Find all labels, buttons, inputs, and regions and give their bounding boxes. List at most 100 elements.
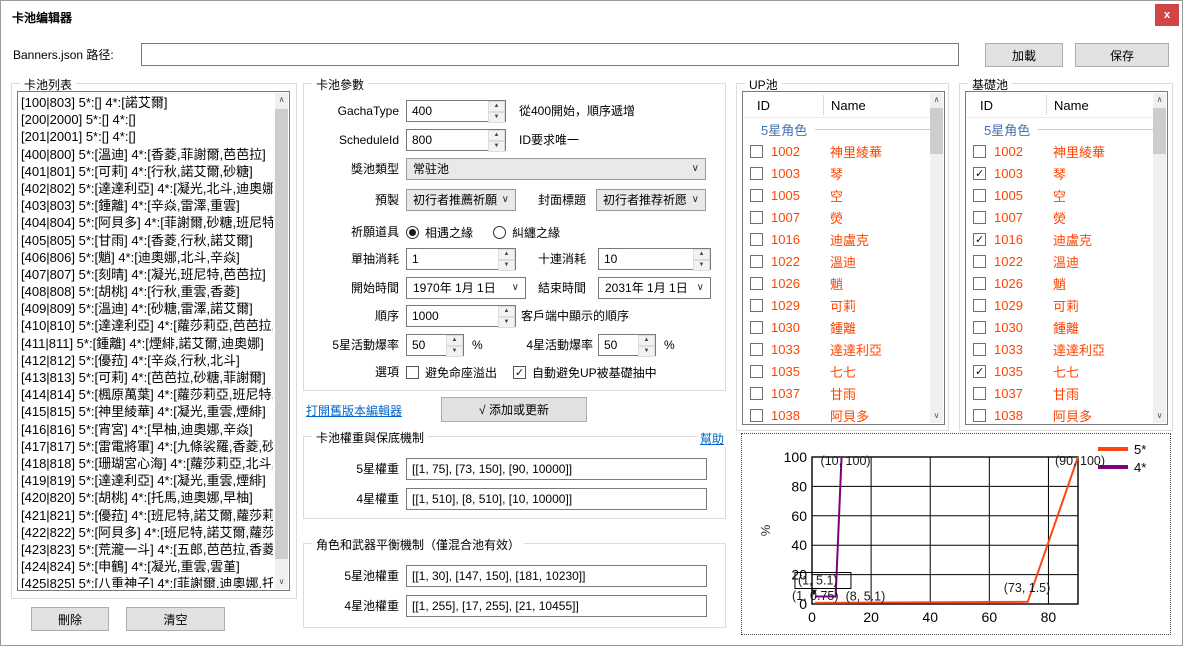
spin-down-button[interactable]: ▼ xyxy=(693,260,710,271)
list-item[interactable]: [413|813] 5*:[可莉] 4*:[芭芭拉,砂糖,菲謝爾] xyxy=(21,369,273,386)
scroll-thumb[interactable] xyxy=(275,109,288,559)
scroll-thumb[interactable] xyxy=(930,108,943,154)
row-checkbox[interactable] xyxy=(750,409,763,422)
list-item[interactable]: [417|817] 5*:[雷電將軍] 4*:[九條裟羅,香菱,砂糖] xyxy=(21,438,273,455)
scheduleid-spinner[interactable]: 800▲▼ xyxy=(406,129,506,151)
row-checkbox[interactable] xyxy=(973,387,986,400)
spin-down-button[interactable]: ▼ xyxy=(638,346,655,357)
scroll-down-arrow[interactable]: ∨ xyxy=(275,575,288,589)
list-item[interactable]: [419|819] 5*:[達達利亞] 4*:[凝光,重雲,煙緋] xyxy=(21,472,273,489)
row-checkbox[interactable] xyxy=(750,343,763,356)
list-item[interactable]: [404|804] 5*:[阿貝多] 4*:[菲謝爾,砂糖,班尼特] xyxy=(21,214,273,231)
rate5-spinner[interactable]: 50▲▼ xyxy=(406,334,464,356)
spin-up-button[interactable]: ▲ xyxy=(498,306,515,317)
save-button[interactable]: 保存 xyxy=(1075,43,1169,67)
cover-title-select[interactable]: 初行者推荐祈愿∨ xyxy=(596,189,706,211)
spin-down-button[interactable]: ▼ xyxy=(446,346,463,357)
list-item[interactable]: [100|803] 5*:[] 4*:[諾艾爾] xyxy=(21,94,273,111)
list-item[interactable]: [422|822] 5*:[阿貝多] 4*:[班尼特,諾艾爾,蘿莎莉亞] xyxy=(21,524,273,541)
list-item[interactable]: [201|2001] 5*:[] 4*:[] xyxy=(21,128,273,145)
load-button[interactable]: 加載 xyxy=(985,43,1063,67)
list-item[interactable]: [424|824] 5*:[申鶴] 4*:[凝光,重雲,雲堇] xyxy=(21,558,273,575)
row-checkbox[interactable] xyxy=(750,365,763,378)
scroll-down-arrow[interactable]: ∨ xyxy=(1153,409,1166,423)
rate4-spinner[interactable]: 50▲▼ xyxy=(598,334,656,356)
list-item[interactable]: [402|802] 5*:[達達利亞] 4*:[凝光,北斗,迪奧娜] xyxy=(21,180,273,197)
pool-weight5-input[interactable] xyxy=(406,565,707,587)
ten-cost-spinner[interactable]: 10▲▼ xyxy=(598,248,711,270)
spin-down-button[interactable]: ▼ xyxy=(498,317,515,328)
row-checkbox[interactable] xyxy=(973,321,986,334)
list-item[interactable]: [401|801] 5*:[可莉] 4*:[行秋,諾艾爾,砂糖] xyxy=(21,163,273,180)
spin-up-button[interactable]: ▲ xyxy=(638,335,655,346)
list-item[interactable]: [409|809] 5*:[溫迪] 4*:[砂糖,雷澤,諾艾爾] xyxy=(21,300,273,317)
spin-up-button[interactable]: ▲ xyxy=(488,130,505,141)
row-checkbox[interactable] xyxy=(973,189,986,202)
radio-acquaint-fate[interactable]: 相遇之緣 xyxy=(406,224,473,241)
row-checkbox[interactable] xyxy=(973,343,986,356)
list-item[interactable]: [408|808] 5*:[胡桃] 4*:[行秋,重雲,香菱] xyxy=(21,283,273,300)
list-item[interactable]: [420|820] 5*:[胡桃] 4*:[托馬,迪奧娜,早柚] xyxy=(21,489,273,506)
list-item[interactable]: [412|812] 5*:[優菈] 4*:[辛焱,行秋,北斗] xyxy=(21,352,273,369)
list-item[interactable]: [407|807] 5*:[刻晴] 4*:[凝光,班尼特,芭芭拉] xyxy=(21,266,273,283)
weight5-input[interactable] xyxy=(406,458,707,480)
list-item[interactable]: [423|823] 5*:[荒瀧一斗] 4*:[五郎,芭芭拉,香菱] xyxy=(21,541,273,558)
scroll-up-arrow[interactable]: ∧ xyxy=(930,93,943,107)
row-checkbox[interactable] xyxy=(973,255,986,268)
path-input[interactable] xyxy=(141,43,959,66)
spin-down-button[interactable]: ▼ xyxy=(498,260,515,271)
up-pool-scrollbar[interactable]: ∧∨ xyxy=(930,93,943,423)
list-item[interactable]: [425|825] 5*:[八重神子] 4*:[菲謝爾,迪奧娜,托馬] xyxy=(21,575,273,588)
checkbox-auto-avoid-up-in-base[interactable]: 自動避免UP被基礎抽中 xyxy=(513,364,657,381)
row-checkbox[interactable] xyxy=(750,167,763,180)
spin-up-button[interactable]: ▲ xyxy=(488,101,505,112)
delete-button[interactable]: 刪除 xyxy=(31,607,109,631)
weight4-input[interactable] xyxy=(406,488,707,510)
list-item[interactable]: [400|800] 5*:[溫迪] 4*:[香菱,菲謝爾,芭芭拉] xyxy=(21,146,273,163)
row-checkbox[interactable] xyxy=(973,409,986,422)
scroll-thumb[interactable] xyxy=(1153,108,1166,154)
list-item[interactable]: [406|806] 5*:[魈] 4*:[迪奧娜,北斗,辛焱] xyxy=(21,249,273,266)
list-item[interactable]: [200|2000] 5*:[] 4*:[] xyxy=(21,111,273,128)
list-item[interactable]: [410|810] 5*:[達達利亞] 4*:[蘿莎莉亞,芭芭拉,菲謝爾] xyxy=(21,317,273,334)
spin-down-button[interactable]: ▼ xyxy=(488,112,505,123)
row-checkbox[interactable] xyxy=(750,233,763,246)
row-checkbox[interactable] xyxy=(973,299,986,312)
row-checkbox[interactable] xyxy=(750,255,763,268)
spin-down-button[interactable]: ▼ xyxy=(488,141,505,152)
list-item[interactable]: [405|805] 5*:[甘雨] 4*:[香菱,行秋,諾艾爾] xyxy=(21,232,273,249)
list-item[interactable]: [421|821] 5*:[優菈] 4*:[班尼特,諾艾爾,蘿莎莉亞] xyxy=(21,507,273,524)
gachatype-spinner[interactable]: 400▲▼ xyxy=(406,100,506,122)
row-checkbox[interactable] xyxy=(750,277,763,290)
list-item[interactable]: [403|803] 5*:[鍾離] 4*:[辛焱,雷澤,重雲] xyxy=(21,197,273,214)
single-cost-spinner[interactable]: 1▲▼ xyxy=(406,248,516,270)
open-old-editor-link[interactable]: 打開舊版本編輯器 xyxy=(304,402,404,419)
spin-up-button[interactable]: ▲ xyxy=(446,335,463,346)
radio-intertwined-fate[interactable]: 糾纏之緣 xyxy=(493,224,560,241)
list-item[interactable]: [414|814] 5*:[楓原萬葉] 4*:[蘿莎莉亞,班尼特,雷澤] xyxy=(21,386,273,403)
list-item[interactable]: [418|818] 5*:[珊瑚宮心海] 4*:[蘿莎莉亞,北斗,行秋] xyxy=(21,455,273,472)
help-link[interactable]: 幫助 xyxy=(698,430,726,447)
pool-listbox[interactable]: [100|803] 5*:[] 4*:[諾艾爾][200|2000] 5*:[]… xyxy=(17,91,290,591)
scroll-up-arrow[interactable]: ∧ xyxy=(1153,93,1166,107)
end-time-picker[interactable]: 2031年 1月 1日∨ xyxy=(598,277,711,299)
add-or-update-button[interactable]: √ 添加或更新 xyxy=(441,397,587,422)
pool-type-select[interactable]: 常驻池∨ xyxy=(406,158,706,180)
start-time-picker[interactable]: 1970年 1月 1日∨ xyxy=(406,277,526,299)
list-item[interactable]: [416|816] 5*:[宵宮] 4*:[早柚,迪奧娜,辛焱] xyxy=(21,421,273,438)
row-checkbox[interactable] xyxy=(973,233,986,246)
row-checkbox[interactable] xyxy=(973,277,986,290)
order-spinner[interactable]: 1000▲▼ xyxy=(406,305,516,327)
row-checkbox[interactable] xyxy=(750,211,763,224)
base-pool-scrollbar[interactable]: ∧∨ xyxy=(1153,93,1166,423)
checkbox-avoid-constellation-overflow[interactable]: 避免命座溢出 xyxy=(406,364,497,381)
close-button[interactable]: x xyxy=(1155,4,1179,26)
preset-select[interactable]: 初行者推薦祈願∨ xyxy=(406,189,516,211)
row-checkbox[interactable] xyxy=(973,211,986,224)
scroll-down-arrow[interactable]: ∨ xyxy=(930,409,943,423)
spin-up-button[interactable]: ▲ xyxy=(498,249,515,260)
row-checkbox[interactable] xyxy=(750,145,763,158)
row-checkbox[interactable] xyxy=(973,145,986,158)
list-item[interactable]: [411|811] 5*:[鍾離] 4*:[煙緋,諾艾爾,迪奧娜] xyxy=(21,335,273,352)
pool-weight4-input[interactable] xyxy=(406,595,707,617)
